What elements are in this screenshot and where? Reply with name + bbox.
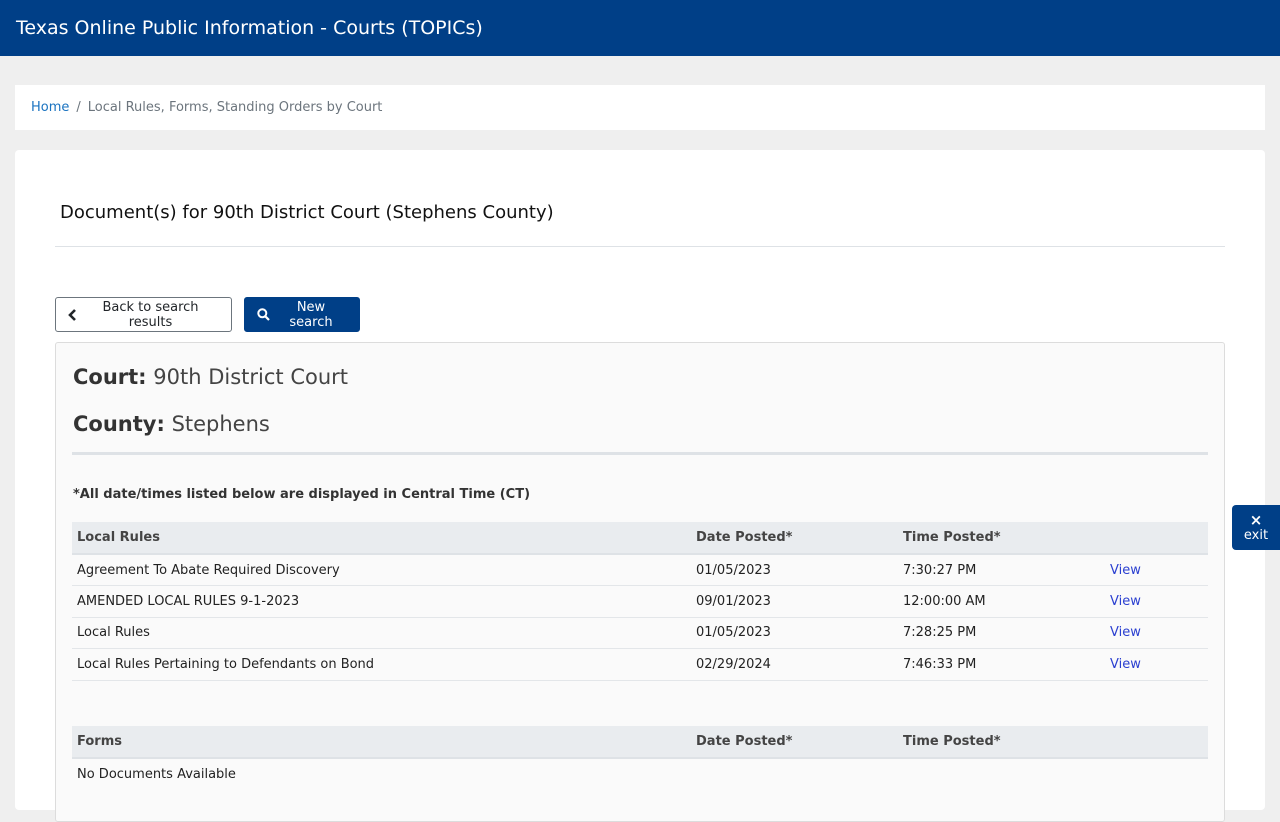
site-title: Texas Online Public Information - Courts…	[16, 17, 483, 39]
column-header: Time Posted*	[898, 726, 1105, 759]
court-details-panel: Court: 90th District Court County: Steph…	[55, 342, 1225, 822]
exit-label: exit	[1243, 527, 1269, 543]
table-row: AMENDED LOCAL RULES 9-1-2023 09/01/2023 …	[72, 585, 1208, 618]
view-link[interactable]: View	[1110, 594, 1141, 609]
column-header: Date Posted*	[691, 522, 898, 555]
court-value: 90th District Court	[153, 365, 349, 389]
document-name: Local Rules	[72, 617, 691, 649]
back-button-label: Back to search results	[102, 299, 199, 330]
date-posted: 01/05/2023	[691, 554, 898, 586]
time-posted: 7:28:25 PM	[898, 617, 1105, 649]
page-title: Document(s) for 90th District Court (Ste…	[60, 202, 554, 223]
date-posted: 02/29/2024	[691, 648, 898, 681]
table-row: Agreement To Abate Required Discovery 01…	[72, 554, 1208, 586]
exit-button[interactable]: × exit	[1232, 505, 1280, 550]
table-header-row: Local Rules Date Posted* Time Posted*	[72, 522, 1208, 555]
time-posted: 7:46:33 PM	[898, 648, 1105, 681]
county-value: Stephens	[171, 412, 270, 436]
back-to-results-button[interactable]: Back to search results	[55, 297, 232, 332]
breadcrumb-separator: /	[76, 100, 81, 115]
court-label: Court:	[73, 365, 147, 389]
date-posted: 01/05/2023	[691, 617, 898, 649]
column-header	[1105, 726, 1208, 759]
column-header: Date Posted*	[691, 726, 898, 759]
main-card: Document(s) for 90th District Court (Ste…	[15, 150, 1265, 822]
view-link[interactable]: View	[1110, 625, 1141, 640]
empty-message: No Documents Available	[77, 766, 236, 782]
breadcrumb-current: Local Rules, Forms, Standing Orders by C…	[87, 100, 383, 115]
title-divider	[55, 246, 1225, 247]
details-divider	[72, 452, 1208, 455]
top-header: Texas Online Public Information - Courts…	[0, 0, 1280, 56]
county-label: County:	[73, 412, 165, 436]
court-field: Court: 90th District Court	[73, 365, 348, 389]
time-posted: 7:30:27 PM	[898, 554, 1105, 586]
document-name: Local Rules Pertaining to Defendants on …	[72, 648, 691, 681]
column-header: Forms	[72, 726, 691, 759]
column-header	[1105, 522, 1208, 555]
column-header: Local Rules	[72, 522, 691, 555]
view-link[interactable]: View	[1110, 563, 1141, 578]
search-icon	[257, 308, 270, 321]
close-icon: ×	[1249, 511, 1263, 530]
document-name: AMENDED LOCAL RULES 9-1-2023	[72, 585, 691, 618]
table-row: Local Rules Pertaining to Defendants on …	[72, 648, 1208, 681]
new-search-label: New search	[289, 299, 333, 330]
county-field: County: Stephens	[73, 412, 270, 436]
view-link[interactable]: View	[1110, 657, 1141, 672]
timezone-note: *All date/times listed below are display…	[73, 487, 531, 502]
chevron-left-icon	[68, 308, 77, 321]
breadcrumb-home-link[interactable]: Home	[31, 100, 69, 115]
table-row: Local Rules 01/05/2023 7:28:25 PM View	[72, 617, 1208, 649]
time-posted: 12:00:00 AM	[898, 585, 1105, 618]
new-search-button[interactable]: New search	[244, 297, 360, 332]
date-posted: 09/01/2023	[691, 585, 898, 618]
document-name: Agreement To Abate Required Discovery	[72, 554, 691, 586]
column-header: Time Posted*	[898, 522, 1105, 555]
forms-table: Forms Date Posted* Time Posted* No Docum…	[72, 726, 1208, 790]
local-rules-table: Local Rules Date Posted* Time Posted* Ag…	[72, 522, 1208, 681]
table-header-row: Forms Date Posted* Time Posted*	[72, 726, 1208, 759]
table-row: No Documents Available	[72, 758, 1208, 790]
breadcrumb: Home / Local Rules, Forms, Standing Orde…	[15, 85, 1265, 130]
